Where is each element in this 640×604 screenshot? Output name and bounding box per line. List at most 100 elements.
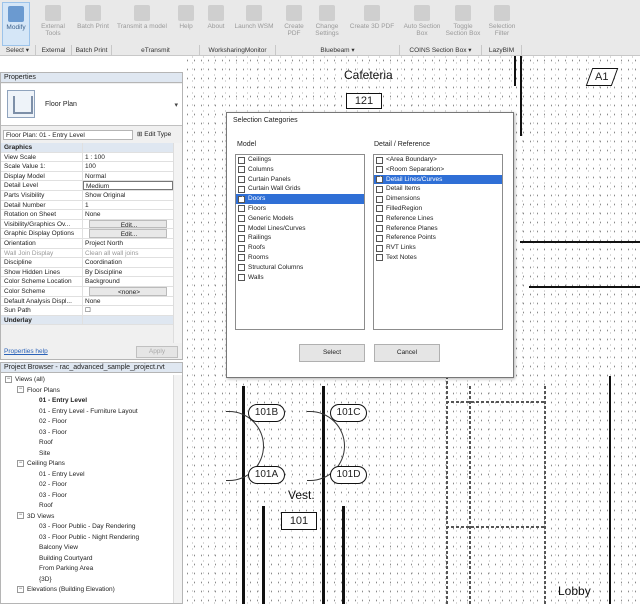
transmit-a-model-button[interactable]: Transmit a model <box>114 2 170 46</box>
category-checkbox[interactable] <box>238 234 245 242</box>
ribbon-group-label[interactable]: Bluebeam ▾ <box>276 45 400 56</box>
browser-tree-item[interactable]: 03 - Floor <box>1 428 173 439</box>
property-edit-button[interactable]: Edit... <box>89 229 167 238</box>
collapse-toggle-icon[interactable]: − <box>17 459 24 467</box>
property-row[interactable]: View Scale 1 : 100 <box>1 152 173 163</box>
category-checkbox[interactable] <box>238 185 245 193</box>
ribbon-group-label[interactable]: LazyBIM <box>482 45 522 56</box>
browser-tree-item[interactable]: {3D} <box>1 575 173 586</box>
browser-tree-item[interactable]: Roof <box>1 501 173 512</box>
model-category-item[interactable]: ✓ Doors <box>236 194 364 204</box>
property-row[interactable]: Show Hidden Lines By Discipline <box>1 267 173 278</box>
category-checkbox[interactable] <box>376 244 383 252</box>
property-row[interactable]: Detail Level Medium <box>1 181 173 191</box>
model-category-item[interactable]: Floors <box>236 204 364 214</box>
property-row[interactable]: Rotation on Sheet None <box>1 210 173 220</box>
property-row[interactable]: Sun Path ☐ <box>1 306 173 316</box>
property-row[interactable]: Parts Visibility Show Original <box>1 190 173 201</box>
category-checkbox[interactable] <box>376 234 383 242</box>
category-checkbox[interactable] <box>376 225 383 233</box>
category-checkbox[interactable] <box>238 244 245 252</box>
collapse-toggle-icon[interactable]: − <box>5 375 12 383</box>
property-value[interactable]: Normal <box>83 172 173 181</box>
property-value[interactable]: Show Original <box>83 191 173 200</box>
model-category-item[interactable]: Generic Models <box>236 214 364 224</box>
edit-type-button[interactable]: ⊞ Edit Type <box>137 130 171 139</box>
category-checkbox[interactable] <box>238 215 245 223</box>
browser-tree-item[interactable]: 03 - Floor Public - Night Rendering <box>1 533 173 544</box>
ribbon-group-label[interactable]: WorksharingMonitor <box>200 45 276 56</box>
category-checkbox[interactable]: ✓ <box>238 195 245 203</box>
property-value[interactable]: By Discipline <box>83 268 173 277</box>
property-row[interactable]: Display Model Normal <box>1 171 173 182</box>
model-category-item[interactable]: Curtain Wall Grids <box>236 184 364 194</box>
properties-scrollbar[interactable] <box>173 143 182 343</box>
property-value[interactable]: None <box>83 210 173 219</box>
collapse-toggle-icon[interactable]: − <box>17 585 24 593</box>
category-checkbox[interactable] <box>238 156 245 164</box>
model-category-item[interactable]: Rooms <box>236 253 364 263</box>
category-checkbox[interactable] <box>238 205 245 213</box>
browser-tree-item[interactable]: 02 - Floor <box>1 417 173 428</box>
type-selector[interactable]: Floor Plan ▾ <box>1 84 182 126</box>
property-value[interactable]: 100 <box>83 162 173 171</box>
batch-print-button[interactable]: Batch Print <box>74 2 112 46</box>
model-category-item[interactable]: Walls <box>236 273 364 283</box>
room-tag[interactable]: 101 <box>281 512 317 530</box>
property-row[interactable]: Default Analysis Displ... None <box>1 296 173 307</box>
detail-category-item[interactable]: Reference Lines <box>374 214 502 224</box>
model-category-list[interactable]: Ceilings Columns Curtain Panels Curtain Wal… <box>235 154 365 330</box>
browser-tree-item[interactable]: − Floor Plans <box>1 386 173 397</box>
collapse-toggle-icon[interactable]: − <box>17 386 24 394</box>
property-row[interactable]: Visibility/Graphics Ov... Edit... <box>1 219 173 230</box>
ribbon-group-label[interactable]: eTransmit <box>112 45 200 56</box>
property-value[interactable]: Coordination <box>83 258 173 267</box>
modify-button[interactable]: Modify <box>2 2 30 46</box>
detail-category-item[interactable]: Dimensions <box>374 194 502 204</box>
grid-head[interactable]: A1 <box>585 68 619 86</box>
category-checkbox[interactable] <box>238 166 245 174</box>
launch-wsm-button[interactable]: Launch WSM <box>232 2 276 46</box>
external-tools-button[interactable]: External Tools <box>34 2 72 46</box>
create-pdf-button[interactable]: Create PDF <box>278 2 310 46</box>
category-checkbox[interactable] <box>376 215 383 223</box>
property-row[interactable]: Discipline Coordination <box>1 258 173 268</box>
change-settings-button[interactable]: Change Settings <box>312 2 342 46</box>
category-checkbox[interactable] <box>376 254 383 262</box>
category-checkbox[interactable] <box>376 185 383 193</box>
detail-category-item[interactable]: ✓ Detail Lines/Curves <box>374 174 502 185</box>
category-checkbox[interactable] <box>238 225 245 233</box>
browser-scrollbar[interactable] <box>173 375 182 603</box>
about-button[interactable]: About <box>202 2 230 46</box>
properties-help-link[interactable]: Properties help <box>4 348 48 355</box>
browser-tree-item[interactable]: Building Courtyard <box>1 554 173 565</box>
property-value[interactable]: Project North <box>83 239 173 248</box>
model-category-item[interactable]: Columns <box>236 165 364 175</box>
category-checkbox[interactable] <box>238 254 245 262</box>
apply-button[interactable]: Apply <box>136 346 178 358</box>
help-button[interactable]: Help <box>172 2 200 46</box>
category-checkbox[interactable] <box>238 274 245 282</box>
browser-tree-item[interactable]: 03 - Floor Public - Day Rendering <box>1 522 173 533</box>
property-row[interactable]: Graphic Display Options Edit... <box>1 229 173 239</box>
property-value[interactable]: Medium <box>83 181 173 190</box>
property-row[interactable]: Detail Number 1 <box>1 200 173 211</box>
browser-tree-item[interactable]: −3D Views <box>1 512 173 523</box>
ribbon-group-label[interactable]: Select ▾ <box>0 45 36 56</box>
property-group-header[interactable]: Graphics <box>1 143 173 153</box>
category-checkbox[interactable] <box>376 166 383 174</box>
ribbon-group-label[interactable]: External <box>36 45 72 56</box>
door-tag[interactable]: 101C <box>330 404 367 422</box>
selection-filter-button[interactable]: Selection Filter <box>484 2 520 46</box>
property-value[interactable] <box>83 143 173 152</box>
property-edit-button[interactable]: <none> <box>89 286 167 296</box>
detail-category-item[interactable]: RVT Links <box>374 243 502 253</box>
browser-tree-item[interactable]: 02 - Floor <box>1 480 173 491</box>
collapse-toggle-icon[interactable]: − <box>17 512 24 520</box>
property-value[interactable]: Clean all wall joins <box>83 249 173 258</box>
property-value[interactable]: 1 : 100 <box>83 153 173 162</box>
browser-tree-item[interactable]: − Ceiling Plans <box>1 459 173 470</box>
property-value[interactable]: ☐ <box>83 306 173 315</box>
property-row[interactable]: Scale Value 1: 100 <box>1 162 173 172</box>
door-tag[interactable]: 101B <box>248 404 285 422</box>
